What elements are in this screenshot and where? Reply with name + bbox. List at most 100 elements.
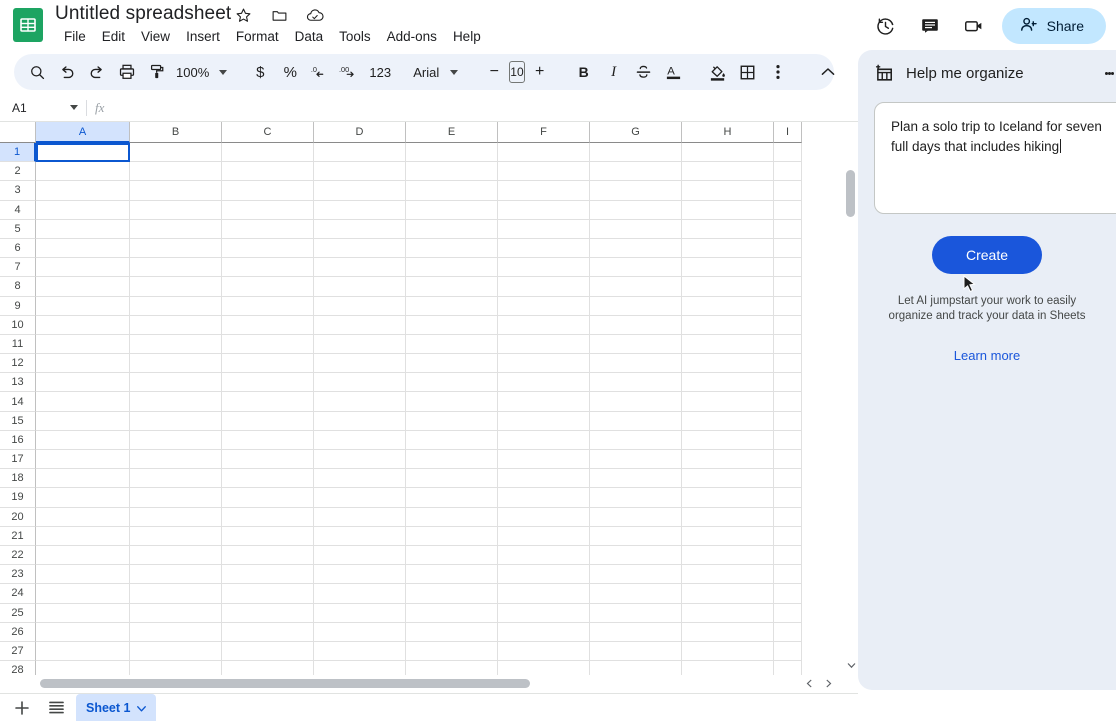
cell-A3[interactable] [36,181,130,201]
menu-item-format[interactable]: Format [228,27,287,47]
cell-A7[interactable] [36,258,130,278]
cell-D21[interactable] [314,526,406,546]
cell-C14[interactable] [222,392,314,412]
cell-A27[interactable] [36,641,130,662]
cell-A6[interactable] [36,238,130,259]
cell-D26[interactable] [314,622,406,642]
zoom-control[interactable]: 100% [172,58,231,86]
cell-H4[interactable] [682,200,774,220]
cell-A24[interactable] [36,584,130,604]
cell-C5[interactable] [222,219,314,239]
cell-H19[interactable] [682,488,774,508]
cell-D5[interactable] [314,219,406,239]
cell-B23[interactable] [130,565,222,585]
menu-item-help[interactable]: Help [445,27,489,47]
cell-H7[interactable] [682,258,774,278]
cell-F26[interactable] [498,622,590,642]
cell-F11[interactable] [498,334,590,355]
cell-I6[interactable] [774,238,802,259]
column-header-a[interactable]: A [36,122,130,143]
borders-icon[interactable] [733,58,763,86]
cell-A4[interactable] [36,200,130,220]
italic-button[interactable]: I [599,58,629,86]
cell-G7[interactable] [590,258,682,278]
cell-D3[interactable] [314,181,406,201]
cell-B25[interactable] [130,603,222,623]
cell-H23[interactable] [682,565,774,585]
cell-G25[interactable] [590,603,682,623]
cell-G20[interactable] [590,507,682,527]
cell-G15[interactable] [590,411,682,431]
cell-E26[interactable] [406,622,498,642]
cell-I20[interactable] [774,507,802,527]
cell-grid[interactable] [36,143,802,681]
more-formats-button[interactable]: 123 [365,58,395,86]
cell-A13[interactable] [36,373,130,393]
row-header-15[interactable]: 15 [0,411,36,431]
strikethrough-icon[interactable] [629,58,659,86]
cell-G12[interactable] [590,354,682,374]
cell-A19[interactable] [36,488,130,508]
cell-B17[interactable] [130,450,222,470]
column-header-e[interactable]: E [406,122,498,143]
increase-decimal-button[interactable]: .00 [335,58,365,86]
prompt-input[interactable]: Plan a solo trip to Iceland for seven fu… [874,102,1116,214]
cell-F19[interactable] [498,488,590,508]
row-header-21[interactable]: 21 [0,526,36,546]
cell-I7[interactable] [774,258,802,278]
bold-button[interactable]: B [569,58,599,86]
cell-F25[interactable] [498,603,590,623]
cell-I2[interactable] [774,162,802,182]
menu-item-addons[interactable]: Add-ons [379,27,445,47]
scroll-left-arrow-icon[interactable] [806,679,813,690]
cell-H2[interactable] [682,162,774,182]
row-header-16[interactable]: 16 [0,430,36,450]
cell-H12[interactable] [682,354,774,374]
cell-C3[interactable] [222,181,314,201]
vertical-scrollbar-thumb[interactable] [846,170,855,217]
cell-D22[interactable] [314,545,406,566]
cell-H9[interactable] [682,296,774,316]
currency-format-button[interactable]: $ [245,58,275,86]
cell-E2[interactable] [406,162,498,182]
cell-B14[interactable] [130,392,222,412]
cell-C20[interactable] [222,507,314,527]
cell-C18[interactable] [222,469,314,489]
cell-B27[interactable] [130,641,222,662]
cell-H8[interactable] [682,277,774,297]
cell-E22[interactable] [406,545,498,566]
column-header-h[interactable]: H [682,122,774,143]
cell-I1[interactable] [774,143,802,163]
cell-B6[interactable] [130,238,222,259]
cell-A10[interactable] [36,315,130,335]
create-button[interactable]: Create [931,236,1043,274]
cell-E17[interactable] [406,450,498,470]
cell-E10[interactable] [406,315,498,335]
cell-I9[interactable] [774,296,802,316]
row-header-19[interactable]: 19 [0,488,36,508]
cell-C2[interactable] [222,162,314,182]
cell-H17[interactable] [682,450,774,470]
row-header-18[interactable]: 18 [0,469,36,489]
cell-G2[interactable] [590,162,682,182]
row-header-11[interactable]: 11 [0,334,36,355]
row-header-20[interactable]: 20 [0,507,36,527]
cell-G27[interactable] [590,641,682,662]
cell-D18[interactable] [314,469,406,489]
cell-B12[interactable] [130,354,222,374]
cell-B11[interactable] [130,334,222,355]
row-header-10[interactable]: 10 [0,315,36,335]
menu-item-view[interactable]: View [133,27,178,47]
cell-E19[interactable] [406,488,498,508]
row-header-2[interactable]: 2 [0,162,36,182]
cell-B15[interactable] [130,411,222,431]
cell-E12[interactable] [406,354,498,374]
cell-A2[interactable] [36,162,130,182]
undo-icon[interactable] [52,58,82,86]
row-header-9[interactable]: 9 [0,296,36,316]
cell-D6[interactable] [314,238,406,259]
cell-H26[interactable] [682,622,774,642]
cell-G1[interactable] [590,143,682,163]
cell-F23[interactable] [498,565,590,585]
redo-icon[interactable] [82,58,112,86]
